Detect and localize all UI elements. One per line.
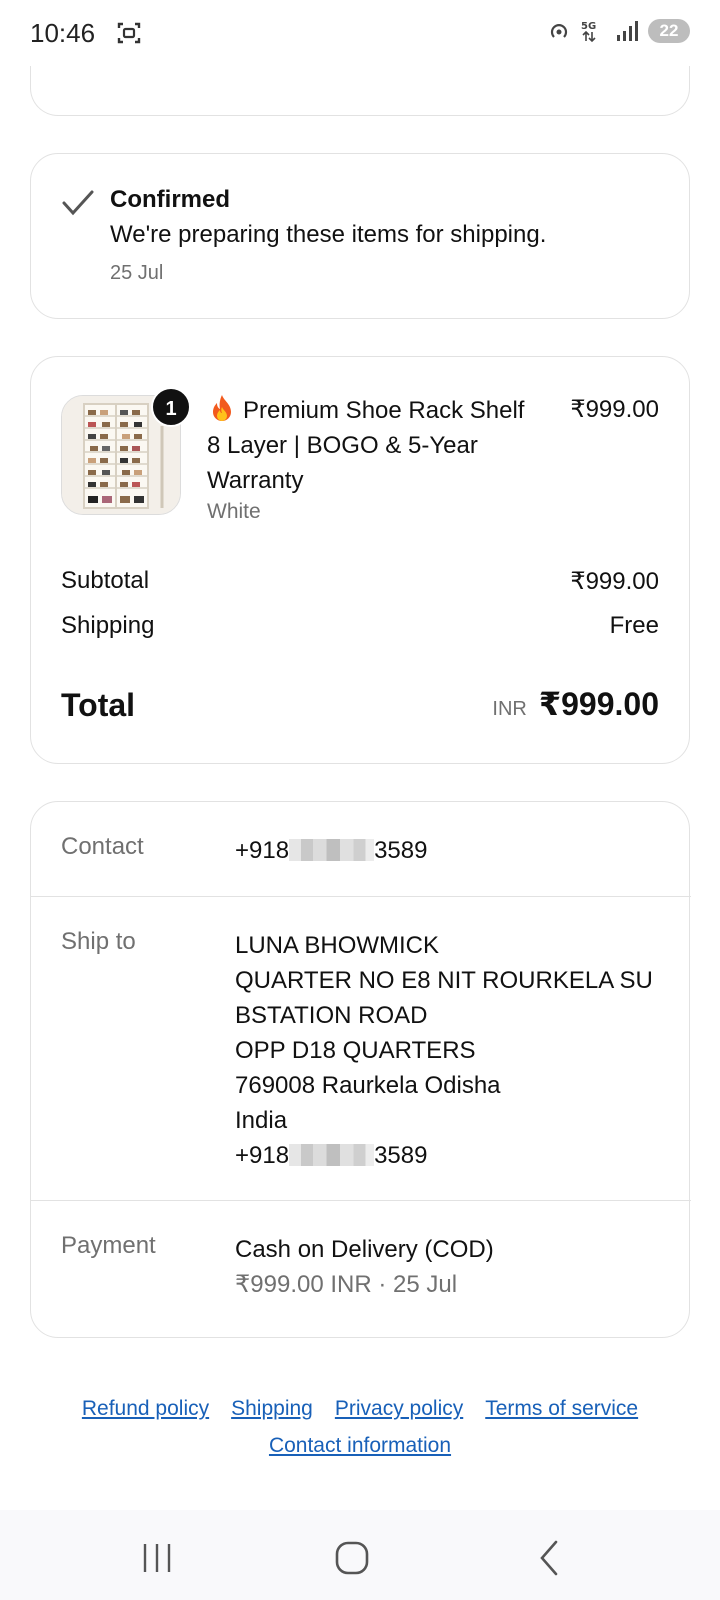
order-status-page: 10:46 5G 22 Confirmed We're preparing th… xyxy=(0,0,720,1600)
contact-information-link[interactable]: Contact information xyxy=(269,1434,451,1457)
ship-line4: 769008 Raurkela Odisha xyxy=(235,1072,501,1099)
recent-apps-icon[interactable] xyxy=(137,1538,177,1578)
customer-info-card: Contact +918 3589 Ship to LUNA BHOWMICK Q… xyxy=(30,801,691,1339)
ship-to-address: LUNA BHOWMICK QUARTER NO E8 NIT ROURKELA… xyxy=(235,928,653,1173)
ship-phone-suffix: 3589 xyxy=(374,1142,428,1169)
product-title[interactable]: Premium Shoe Rack Shelf 8 Layer | BOGO &… xyxy=(207,393,527,498)
payment-section: Payment Cash on Delivery (COD) ₹999.00 I… xyxy=(31,1201,691,1339)
policy-links: Refund policy Shipping Privacy policy Terms… xyxy=(0,1390,720,1464)
confirmation-card: Confirmed We're preparing these items fo… xyxy=(30,153,690,319)
ship-line3: OPP D18 QUARTERS xyxy=(235,1037,476,1064)
screenshot-icon xyxy=(117,22,141,44)
subtotal-label: Subtotal xyxy=(61,567,150,594)
terms-of-service-link[interactable]: Terms of service xyxy=(485,1397,638,1420)
status-bar: 10:46 5G 22 xyxy=(0,0,720,66)
shipping-label: Shipping xyxy=(61,612,155,639)
home-icon[interactable] xyxy=(332,1538,372,1578)
contact-suffix: 3589 xyxy=(374,837,428,864)
total-amount: INR ₹999.00 xyxy=(492,685,659,723)
product-title-text: Premium Shoe Rack Shelf 8 Layer | BOGO &… xyxy=(207,397,525,494)
contact-section: Contact +918 3589 xyxy=(31,802,691,897)
ship-line2: BSTATION ROAD xyxy=(235,1002,428,1029)
confirmation-description: We're preparing these items for shipping… xyxy=(110,221,547,248)
fire-emoji-icon xyxy=(213,395,231,421)
payment-method: Cash on Delivery (COD) xyxy=(235,1236,494,1263)
shipping-link[interactable]: Shipping xyxy=(231,1397,313,1420)
status-icons: 5G 22 xyxy=(546,18,690,44)
shipping-address-section: Ship to LUNA BHOWMICK QUARTER NO E8 NIT … xyxy=(31,897,691,1201)
product-price: ₹999.00 xyxy=(570,396,659,423)
redacted-blur xyxy=(289,1144,375,1166)
contact-label: Contact xyxy=(61,833,144,860)
ship-phone: +918 3589 xyxy=(235,1138,653,1173)
contact-value: +918 3589 xyxy=(235,833,427,868)
total-currency: INR xyxy=(492,698,527,720)
payment-value: Cash on Delivery (COD) ₹999.00 INR · 25 … xyxy=(235,1232,494,1302)
product-variant: White xyxy=(207,500,261,523)
refund-policy-link[interactable]: Refund policy xyxy=(82,1397,209,1420)
confirmation-date: 25 Jul xyxy=(110,262,164,284)
privacy-policy-link[interactable]: Privacy policy xyxy=(335,1397,463,1420)
order-summary-card: 1 Premium Shoe Rack Shelf 8 Layer | BOGO… xyxy=(30,356,690,764)
battery-indicator: 22 xyxy=(648,19,690,43)
back-icon[interactable] xyxy=(530,1538,570,1578)
redacted-blur xyxy=(289,839,375,861)
ship-name: LUNA BHOWMICK xyxy=(235,932,440,959)
ship-line1: QUARTER NO E8 NIT ROURKELA SU xyxy=(235,967,653,994)
ship-to-label: Ship to xyxy=(61,928,136,955)
payment-detail: ₹999.00 INR · 25 Jul xyxy=(235,1271,458,1298)
5g-signal-icon: 5G xyxy=(581,21,596,43)
ship-phone-prefix: +918 xyxy=(235,1142,290,1169)
quantity-badge: 1 xyxy=(151,387,191,427)
navigation-bar xyxy=(0,1510,720,1600)
status-time: 10:46 xyxy=(30,18,96,48)
svg-text:5G: 5G xyxy=(581,21,596,32)
payment-label: Payment xyxy=(61,1232,156,1259)
subtotal-value: ₹999.00 xyxy=(570,568,659,595)
shipping-value: Free xyxy=(609,612,659,639)
signal-icon xyxy=(617,21,638,41)
total-value: ₹999.00 xyxy=(538,686,659,722)
contact-prefix: +918 xyxy=(235,837,290,864)
confirmation-title: Confirmed xyxy=(110,186,230,213)
checkmark-icon xyxy=(62,190,94,216)
ship-country: India xyxy=(235,1107,288,1134)
hotspot-icon xyxy=(550,24,568,38)
total-label: Total xyxy=(61,687,136,723)
